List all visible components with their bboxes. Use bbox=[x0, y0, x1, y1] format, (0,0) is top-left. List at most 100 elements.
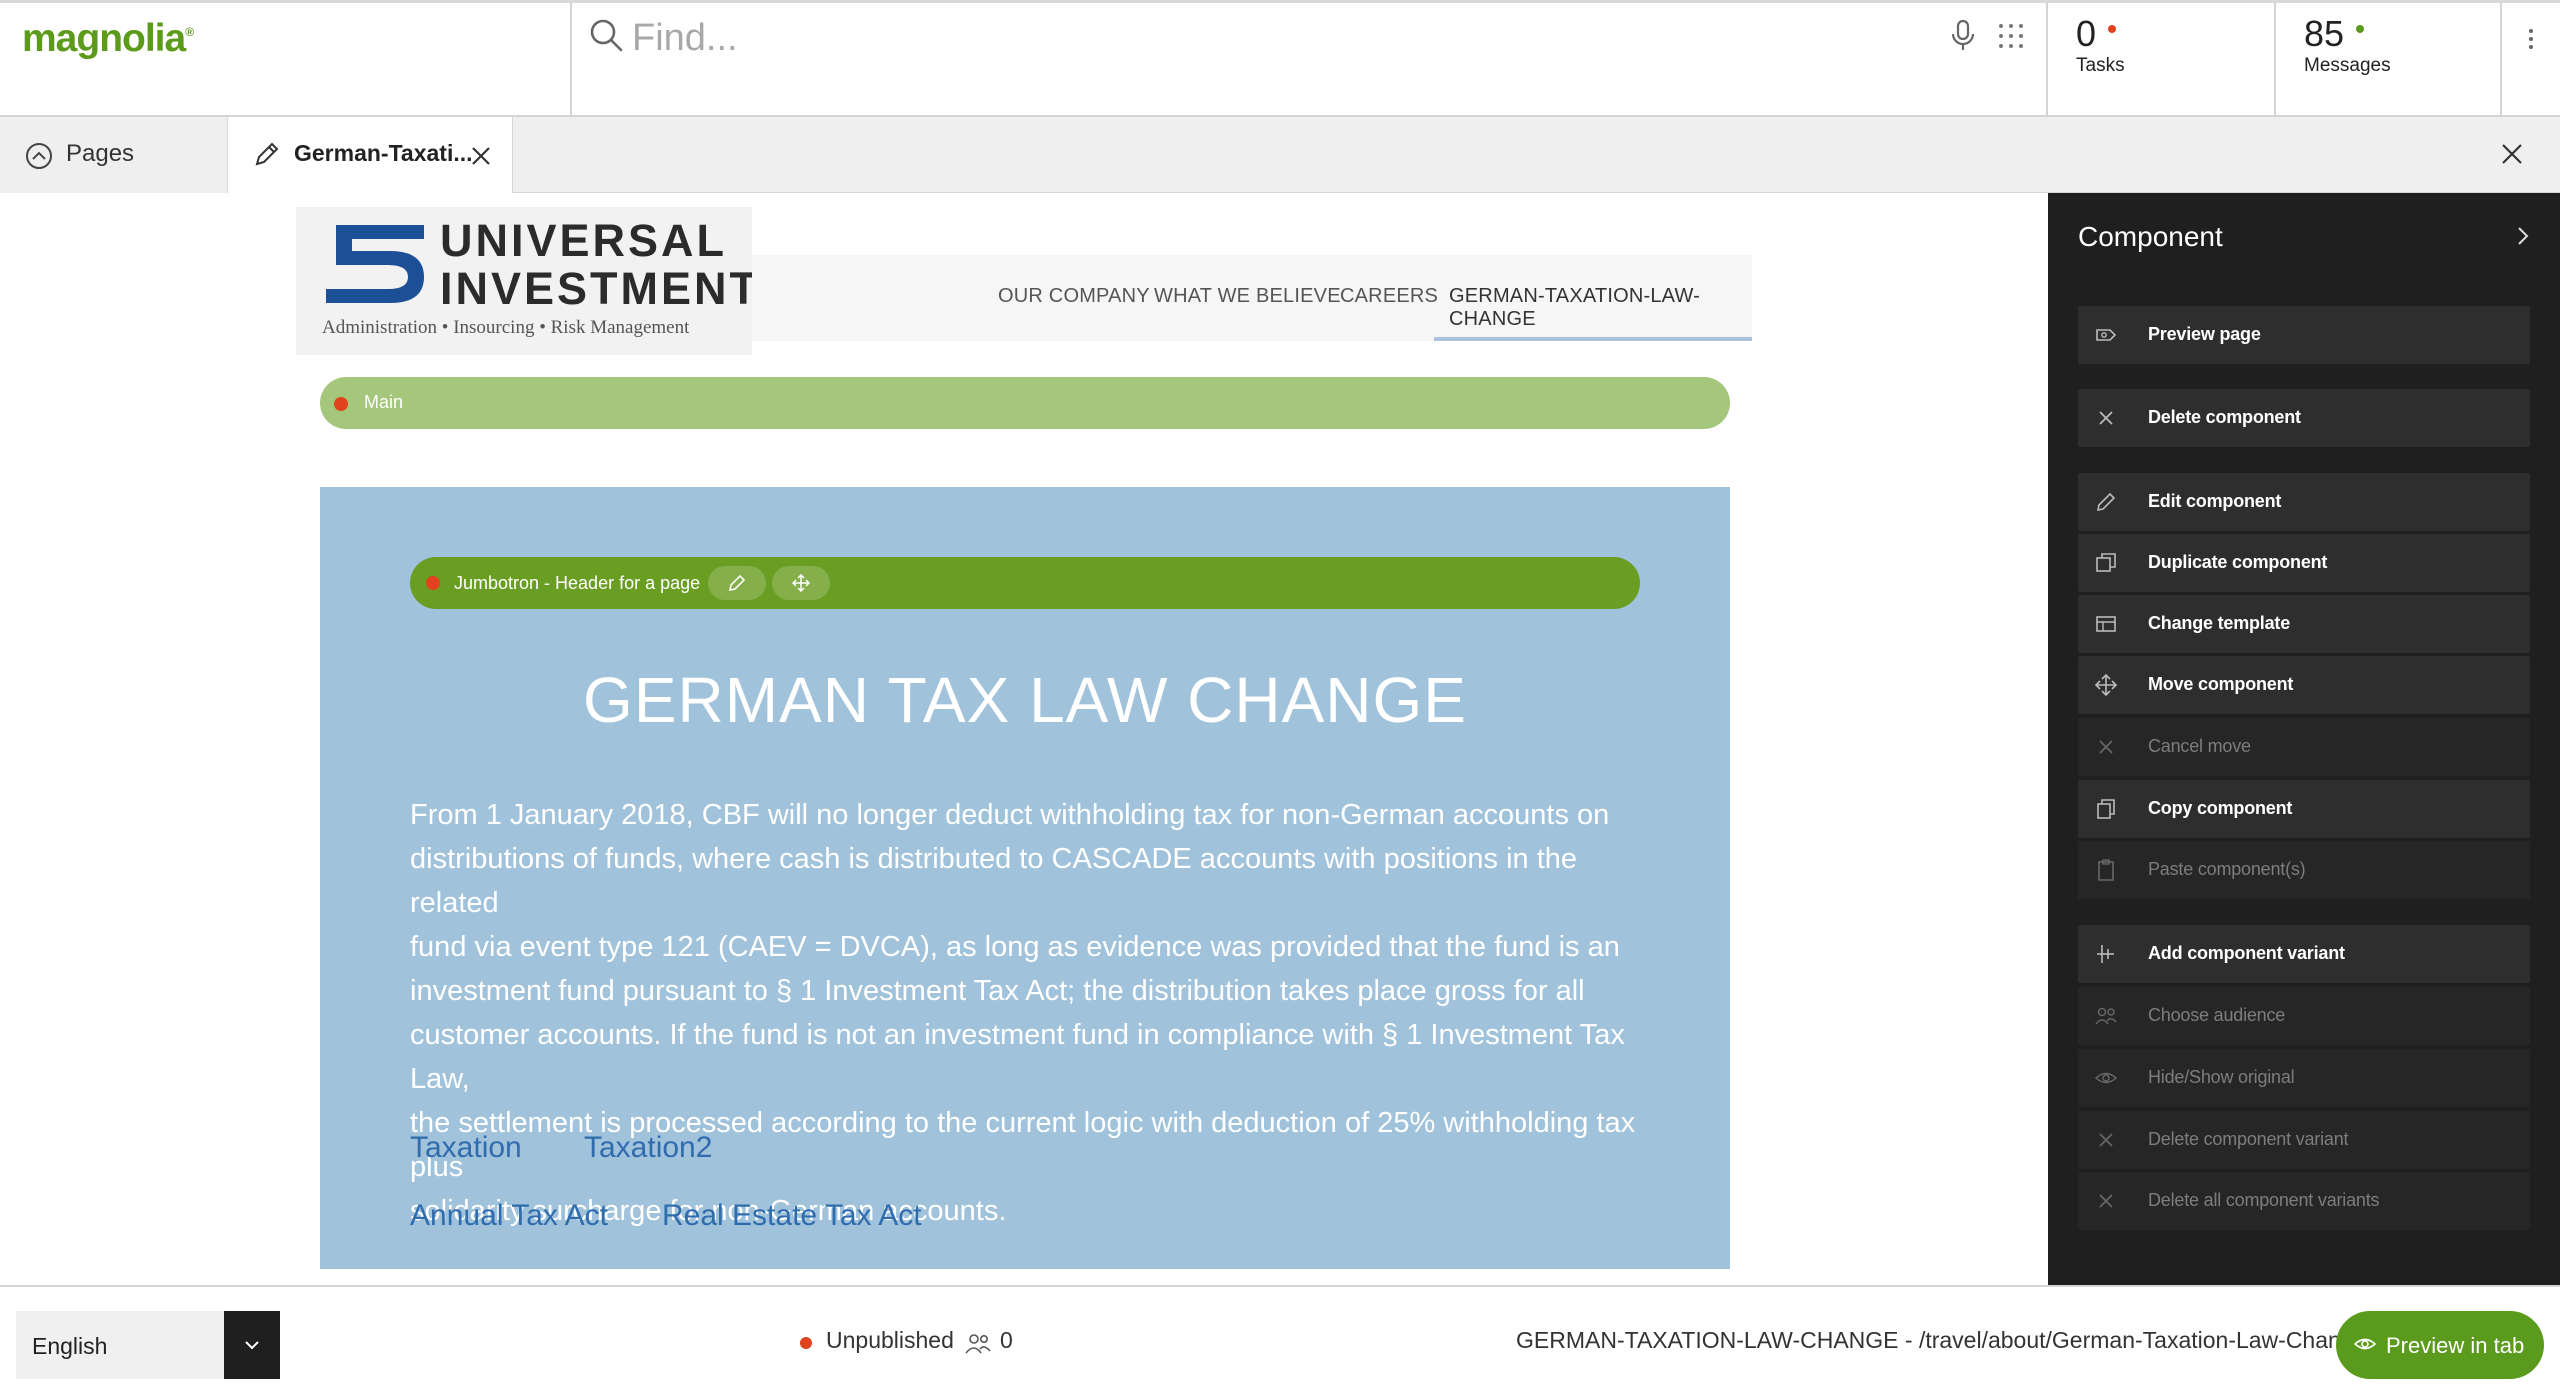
language-value: English bbox=[32, 1333, 108, 1359]
site-logo[interactable]: UNIVERSAL INVESTMENT Administration • In… bbox=[296, 207, 757, 355]
tab-active-label: German-Taxati... bbox=[294, 140, 473, 166]
close-icon bbox=[2099, 411, 2113, 425]
action-cancel-move[interactable]: Cancel move bbox=[2078, 718, 2530, 776]
action-move-component[interactable]: Move component bbox=[2078, 656, 2530, 714]
pencil-icon bbox=[255, 142, 279, 166]
action-label: Cancel move bbox=[2148, 736, 2251, 756]
chevron-right-icon[interactable] bbox=[2510, 223, 2536, 249]
action-delete-all-component-variants[interactable]: Delete all component variants bbox=[2078, 1172, 2530, 1230]
jumbotron-component[interactable]: Jumbotron - Header for a page GERMAN TAX… bbox=[320, 487, 1730, 1269]
brand-name: UNIVERSAL INVESTMENT bbox=[440, 215, 761, 314]
status-dot bbox=[426, 576, 440, 590]
audience-icon bbox=[965, 1334, 991, 1354]
clipboard-icon bbox=[2098, 859, 2114, 881]
microphone-icon[interactable] bbox=[1948, 19, 1978, 53]
action-label: Copy component bbox=[2148, 798, 2293, 818]
action-edit-component[interactable]: Edit component bbox=[2078, 473, 2530, 531]
pencil-icon bbox=[728, 574, 746, 592]
variant-icon bbox=[2097, 945, 2114, 963]
action-delete-component-variant[interactable]: Delete component variant bbox=[2078, 1111, 2530, 1169]
close-app-icon[interactable] bbox=[2497, 139, 2527, 169]
page-path: GERMAN-TAXATION-LAW-CHANGE - /travel/abo… bbox=[1516, 1327, 2367, 1353]
move-icon bbox=[2094, 673, 2118, 697]
magnolia-logo[interactable]: magnolia® bbox=[22, 17, 194, 61]
move-icon bbox=[792, 574, 810, 592]
action-duplicate-component[interactable]: Duplicate component bbox=[2078, 534, 2530, 592]
action-label: Choose audience bbox=[2148, 1005, 2286, 1025]
action-label: Change template bbox=[2148, 613, 2291, 633]
tab-bar: Pages German-Taxati... bbox=[0, 117, 2560, 194]
tasks-counter[interactable]: 0 Tasks bbox=[2046, 3, 2272, 117]
action-label: Move component bbox=[2148, 674, 2294, 694]
more-menu-icon[interactable] bbox=[2500, 3, 2558, 117]
action-label: Paste component(s) bbox=[2148, 859, 2306, 879]
brand-tagline: Administration • Insourcing • Risk Manag… bbox=[322, 317, 690, 338]
link-real-estate-tax-act[interactable]: Real Estate Tax Act bbox=[662, 1199, 922, 1233]
jumbotron-title: GERMAN TAX LAW CHANGE bbox=[583, 664, 1467, 736]
component-bar[interactable]: Jumbotron - Header for a page bbox=[410, 557, 1640, 609]
eye-icon bbox=[2354, 1338, 2376, 1350]
edit-component-button[interactable] bbox=[708, 566, 766, 600]
nav-german-taxation-law-change[interactable]: GERMAN-TAXATION-LAW-CHANGE bbox=[1449, 285, 1752, 331]
search-input[interactable] bbox=[630, 13, 1930, 63]
tasks-indicator-dot bbox=[2108, 25, 2116, 33]
action-label: Duplicate component bbox=[2148, 552, 2328, 572]
action-delete-component[interactable]: Delete component bbox=[2078, 389, 2530, 447]
action-preview-page[interactable]: Preview page bbox=[2078, 306, 2530, 364]
component-label: Jumbotron - Header for a page bbox=[454, 573, 701, 593]
link-annual-tax-act[interactable]: Annual Tax Act bbox=[410, 1199, 608, 1233]
chevron-down-icon bbox=[245, 1341, 259, 1350]
close-icon bbox=[2099, 1133, 2113, 1147]
site-navigation: OUR COMPANY WHAT WE BELIEVE CAREERS GERM… bbox=[752, 255, 1752, 341]
tab-pages-label: Pages bbox=[66, 140, 135, 167]
action-change-template[interactable]: Change template bbox=[2078, 595, 2530, 653]
messages-indicator-dot bbox=[2356, 25, 2364, 33]
action-choose-audience[interactable]: Choose audience bbox=[2078, 987, 2530, 1045]
tasks-count: 0 bbox=[2076, 13, 2097, 54]
action-label: Edit component bbox=[2148, 491, 2282, 511]
tab-german-taxation[interactable]: German-Taxati... bbox=[228, 117, 513, 194]
close-tab-icon[interactable] bbox=[468, 143, 494, 169]
audience-icon bbox=[2095, 1007, 2117, 1025]
divider bbox=[570, 3, 572, 120]
nav-our-company[interactable]: OUR COMPANY bbox=[998, 285, 1150, 308]
link-taxation[interactable]: Taxation bbox=[410, 1131, 522, 1165]
audience-count: 0 bbox=[1000, 1327, 1013, 1353]
action-label: Delete component variant bbox=[2148, 1129, 2349, 1149]
nav-careers[interactable]: CAREERS bbox=[1340, 285, 1438, 308]
publish-status: Unpublished bbox=[826, 1327, 954, 1353]
main-area-bar[interactable]: Main bbox=[320, 377, 1730, 429]
duplicate-icon bbox=[2096, 553, 2116, 572]
eye-icon bbox=[2094, 1072, 2118, 1084]
action-add-component-variant[interactable]: Add component variant bbox=[2078, 925, 2530, 983]
move-component-button[interactable] bbox=[772, 566, 830, 600]
status-dot bbox=[334, 397, 348, 411]
action-paste-components[interactable]: Paste component(s) bbox=[2078, 841, 2530, 899]
nav-active-underline bbox=[1434, 337, 1752, 341]
link-taxation2[interactable]: Taxation2 bbox=[584, 1131, 712, 1165]
chevron-up-circle-icon bbox=[26, 143, 52, 169]
close-icon bbox=[2099, 1194, 2113, 1208]
tasks-label: Tasks bbox=[2076, 55, 2125, 76]
copy-icon bbox=[2097, 799, 2115, 819]
language-select[interactable]: English bbox=[16, 1311, 280, 1379]
action-label: Hide/Show original bbox=[2148, 1067, 2295, 1087]
component-actions-panel: Component Preview page Delete component … bbox=[2048, 193, 2560, 1285]
publish-status-dot bbox=[800, 1337, 812, 1349]
tab-pages[interactable]: Pages bbox=[0, 117, 228, 193]
preview-icon bbox=[2096, 329, 2117, 341]
messages-counter[interactable]: 85 Messages bbox=[2274, 3, 2500, 117]
close-icon bbox=[2099, 740, 2113, 754]
action-label: Add component variant bbox=[2148, 943, 2345, 963]
nav-what-we-believe[interactable]: WHAT WE BELIEVE bbox=[1154, 285, 1341, 308]
preview-in-tab-button[interactable]: Preview in tab bbox=[2336, 1311, 2544, 1379]
universal-investment-logo-mark bbox=[326, 225, 424, 303]
action-copy-component[interactable]: Copy component bbox=[2078, 780, 2530, 838]
messages-label: Messages bbox=[2304, 55, 2391, 76]
action-label: Delete all component variants bbox=[2148, 1190, 2380, 1210]
dropdown-arrow[interactable] bbox=[224, 1311, 280, 1379]
search-icon bbox=[590, 19, 623, 52]
template-icon bbox=[2096, 616, 2116, 632]
apps-grid-icon[interactable] bbox=[1996, 21, 2026, 51]
action-hide-show-original[interactable]: Hide/Show original bbox=[2078, 1049, 2530, 1107]
